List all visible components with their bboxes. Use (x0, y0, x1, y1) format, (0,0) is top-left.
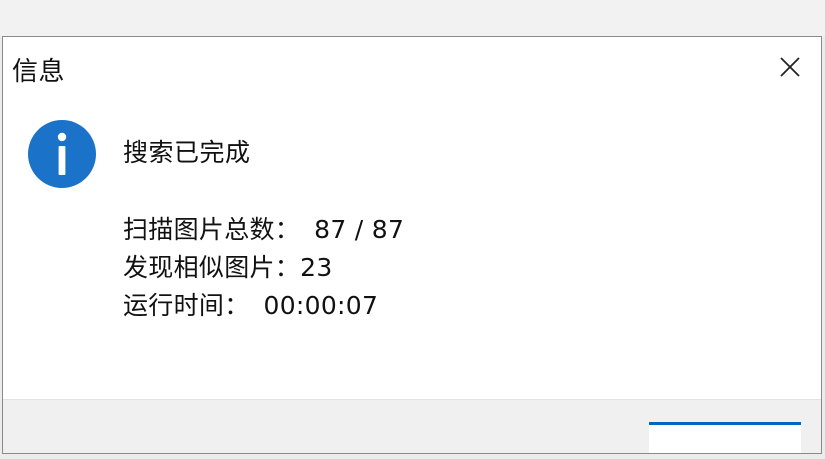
background-window-strip (0, 0, 825, 36)
detail-label: 发现相似图片： (123, 253, 301, 282)
dialog-heading: 搜索已完成 (123, 138, 251, 167)
detail-row-similar: 发现相似图片：23 (123, 249, 404, 287)
dialog-titlebar: 信息 (3, 37, 821, 97)
info-dialog: 信息 搜索已完成 扫描图片总数： 87 / 87 发现相似图片：23 运行时间： 0… (2, 36, 822, 454)
detail-row-total: 扫描图片总数： 87 / 87 (123, 211, 404, 249)
close-button[interactable] (767, 45, 813, 89)
detail-value: 00:00:07 (263, 291, 379, 320)
detail-value: 87 / 87 (314, 215, 405, 244)
detail-label: 运行时间： (123, 291, 250, 320)
dialog-title: 信息 (12, 57, 66, 87)
dialog-footer (3, 399, 821, 453)
result-details: 扫描图片总数： 87 / 87 发现相似图片：23 运行时间： 00:00:07 (123, 211, 404, 325)
info-icon (28, 120, 96, 188)
detail-row-time: 运行时间： 00:00:07 (123, 287, 404, 325)
close-icon (780, 57, 800, 77)
ok-button[interactable] (649, 422, 801, 453)
detail-value: 23 (300, 253, 333, 282)
detail-label: 扫描图片总数： (123, 215, 301, 244)
